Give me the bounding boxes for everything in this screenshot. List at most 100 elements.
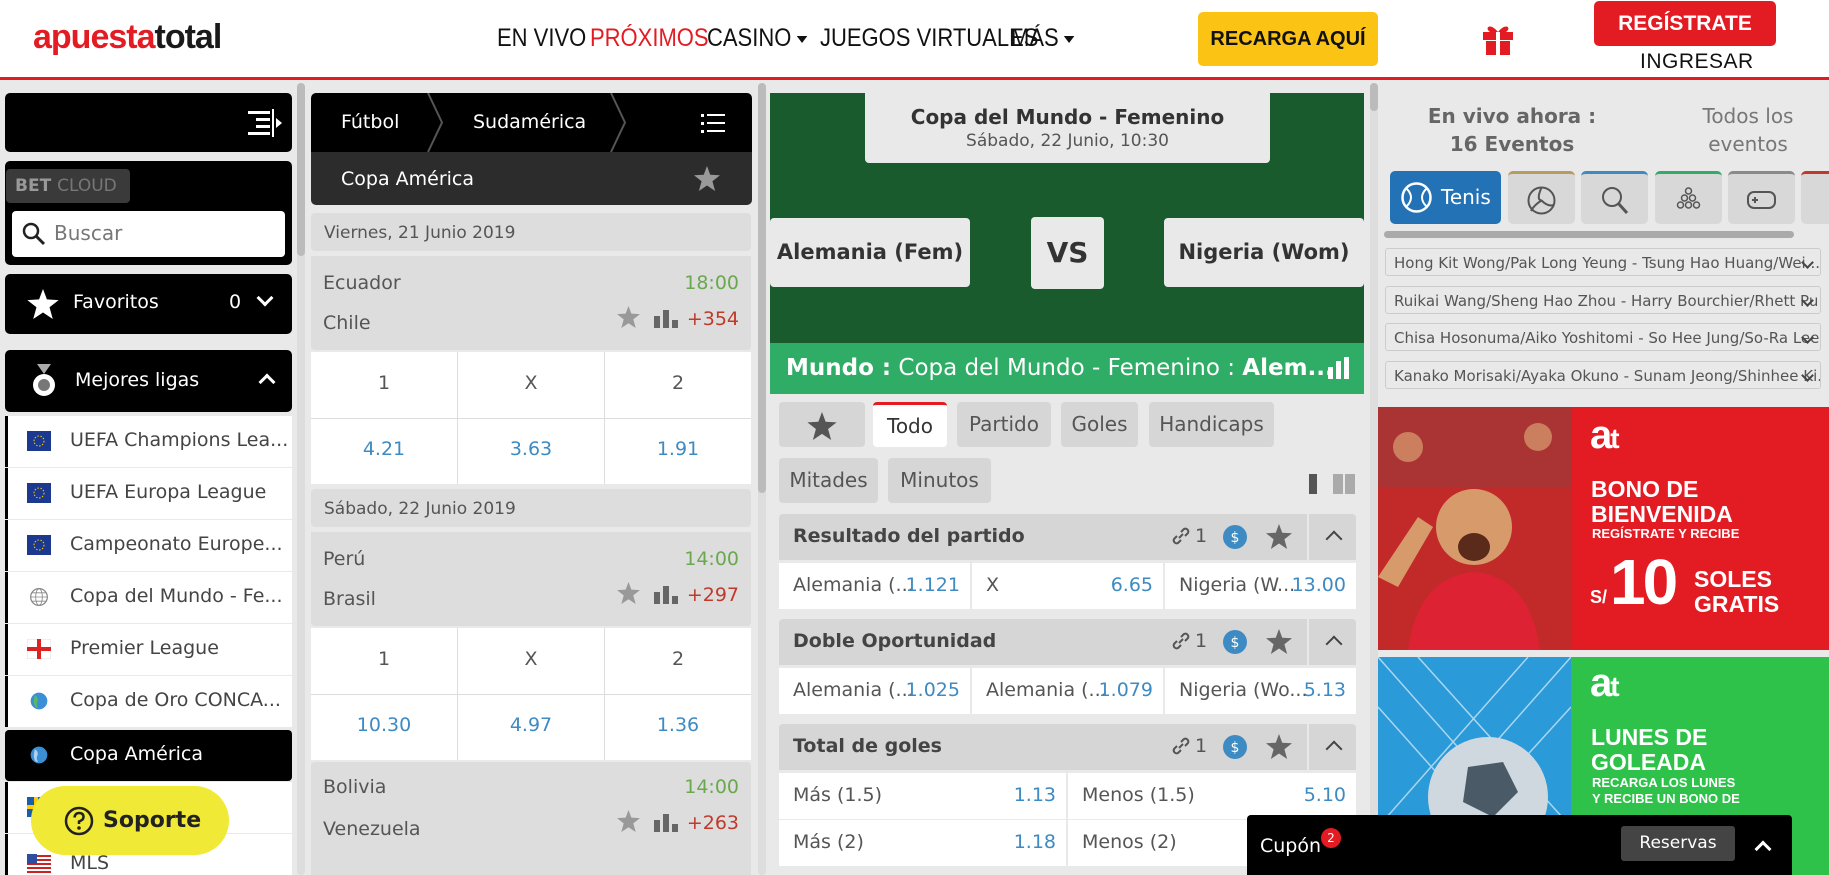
nav-casino[interactable]: CASINO: [707, 24, 808, 53]
star-icon[interactable]: [617, 306, 640, 328]
outcome-button[interactable]: Más (2) 1.18: [779, 820, 1066, 866]
outcome-button[interactable]: Alemania (... 1.121: [779, 563, 970, 609]
all-events-link[interactable]: Todos los eventos: [1678, 102, 1818, 158]
sport-tab-esports[interactable]: [1728, 171, 1795, 224]
outcome-button[interactable]: X 6.65: [972, 563, 1163, 609]
tab-goles[interactable]: Goles: [1061, 402, 1138, 447]
soporte-button[interactable]: Soporte: [31, 786, 229, 855]
home-team: Ecuador: [323, 272, 401, 294]
star-icon[interactable]: [1266, 734, 1292, 759]
chevron-up-icon: [1325, 740, 1343, 758]
cashout-icon[interactable]: $: [1222, 734, 1248, 760]
mejores-ligas-header[interactable]: Mejores ligas: [5, 350, 292, 412]
tab-partido[interactable]: Partido: [957, 402, 1051, 447]
stats-icon[interactable]: [1326, 357, 1352, 379]
market-header[interactable]: Total de goles 1 $: [779, 724, 1356, 770]
outcome-button[interactable]: Nigeria (Wo... 5.13: [1165, 668, 1356, 714]
sport-tab-tenis[interactable]: Tenis: [1390, 171, 1501, 224]
more-markets-count[interactable]: +354: [687, 308, 739, 330]
more-markets-count[interactable]: +297: [687, 584, 739, 606]
outcome-button[interactable]: Menos (1.5) 5.10: [1068, 773, 1356, 819]
detail-scrollbar-thumb[interactable]: [1370, 83, 1378, 111]
cashout-icon[interactable]: $: [1222, 524, 1248, 550]
reservas-button[interactable]: Reservas: [1621, 826, 1735, 861]
tab-minutos[interactable]: Minutos: [888, 458, 991, 503]
sidebar-item-copa-oro[interactable]: Copa de Oro CONCA...: [5, 676, 292, 727]
favorite-markets-tab[interactable]: [779, 402, 865, 447]
sidebar-item-europa[interactable]: UEFA Europa League: [5, 468, 292, 519]
chevron-up-icon[interactable]: [1754, 840, 1772, 858]
events-scrollbar-thumb[interactable]: [758, 83, 766, 493]
stats-icon[interactable]: [654, 812, 678, 832]
sport-tab-dota[interactable]: [1801, 171, 1829, 224]
star-icon[interactable]: [694, 166, 720, 191]
site-logo[interactable]: apuestatotal: [33, 18, 222, 57]
outcome-button[interactable]: Más (1.5) 1.13: [779, 773, 1066, 819]
star-icon[interactable]: [617, 582, 640, 604]
sports-scrollbar[interactable]: [1384, 231, 1794, 238]
odds-button[interactable]: 10.30: [311, 714, 457, 736]
sidebar-scrollbar-thumb[interactable]: [297, 83, 305, 256]
more-markets-count[interactable]: +263: [687, 812, 739, 834]
search-icon: [22, 222, 46, 246]
gift-icon[interactable]: [1480, 20, 1516, 56]
welcome-bonus-banner[interactable]: at BONO DE BIENVENIDA REGÍSTRATE Y RECIBE…: [1378, 407, 1829, 650]
market-header[interactable]: Doble Oportunidad 1 $: [779, 619, 1356, 665]
star-icon[interactable]: [1266, 629, 1292, 654]
odds-button[interactable]: 1.91: [605, 438, 751, 460]
live-event-row[interactable]: Kanako Morisaki/Ayaka Okuno - Sunam Jeon…: [1385, 361, 1821, 389]
nav-juegos-virtuales[interactable]: JUEGOS VIRTUALES: [820, 24, 1038, 53]
tab-todo[interactable]: Todo: [873, 402, 947, 447]
sport-tab-snooker[interactable]: [1655, 171, 1722, 224]
layout-toggle-icon[interactable]: [1307, 472, 1359, 496]
market-title: Total de goles: [793, 735, 942, 757]
live-event-row[interactable]: Ruikai Wang/Sheng Hao Zhou - Harry Bourc…: [1385, 286, 1821, 314]
match-card[interactable]: Ecuador Chile 18:00 +354: [311, 256, 751, 350]
sidebar-item-premier[interactable]: Premier League: [5, 624, 292, 675]
favoritos-row[interactable]: Favoritos 0: [5, 274, 292, 334]
match-card[interactable]: Perú Brasil 14:00 +297: [311, 532, 751, 626]
odds-button[interactable]: 3.63: [458, 438, 604, 460]
match-card[interactable]: Bolivia Venezuela 14:00 +263: [311, 762, 751, 875]
sidebar-item-copa-america[interactable]: Copa América: [5, 730, 292, 781]
breadcrumb-futbol[interactable]: Fútbol: [341, 111, 399, 133]
chevron-down-icon: [1063, 35, 1075, 43]
collapse-sidebar-icon[interactable]: [248, 109, 282, 137]
tab-mitades[interactable]: Mitades: [779, 458, 878, 503]
recarga-button[interactable]: RECARGA AQUÍ: [1198, 12, 1378, 66]
outcome-button[interactable]: Alemania (... 1.079: [972, 668, 1163, 714]
ingresar-link[interactable]: INGRESAR: [1640, 50, 1754, 74]
sidebar-item-copa-mundo-fem[interactable]: Copa del Mundo - Fe...: [5, 572, 292, 623]
match-time: 14:00: [684, 548, 739, 570]
sidebar-item-champions[interactable]: UEFA Champions Lea...: [5, 416, 292, 467]
market-link-count: 1: [1195, 735, 1208, 757]
sidebar-item-campeonato-europeo[interactable]: Campeonato Europe...: [5, 520, 292, 571]
nav-en-vivo[interactable]: EN VIVO: [497, 24, 586, 53]
league-label: Premier League: [70, 637, 219, 659]
nav-mas[interactable]: MÁS: [1011, 24, 1075, 53]
sport-tab-volleyball[interactable]: [1508, 171, 1575, 224]
eu-flag-icon: [27, 483, 51, 503]
breadcrumb-sudamerica[interactable]: Sudamérica: [473, 111, 586, 133]
star-icon[interactable]: [617, 810, 640, 832]
outcome-button[interactable]: Nigeria (W... 13.00: [1165, 563, 1356, 609]
events-breadcrumb: Fútbol Sudamérica: [311, 93, 752, 152]
list-icon[interactable]: [701, 113, 725, 133]
tab-handicaps[interactable]: Handicaps: [1149, 402, 1274, 447]
registrate-button[interactable]: REGÍSTRATE: [1594, 1, 1776, 46]
cashout-icon[interactable]: $: [1222, 629, 1248, 655]
search-input[interactable]: Buscar: [12, 211, 285, 257]
star-icon[interactable]: [1266, 524, 1292, 549]
stats-icon[interactable]: [654, 308, 678, 328]
sport-tab-table-tennis[interactable]: [1581, 171, 1648, 224]
odds-button[interactable]: 1.36: [605, 714, 751, 736]
outcome-button[interactable]: Alemania (... 1.025: [779, 668, 970, 714]
nav-proximos[interactable]: PRÓXIMOS: [590, 24, 709, 53]
live-event-row[interactable]: Chisa Hosonuma/Aiko Yoshitomi - So Hee J…: [1385, 323, 1821, 351]
market-header[interactable]: Resultado del partido 1 $: [779, 514, 1356, 560]
live-event-row[interactable]: Hong Kit Wong/Pak Long Yeung - Tsung Hao…: [1385, 248, 1821, 276]
stats-icon[interactable]: [654, 584, 678, 604]
odds-button[interactable]: 4.21: [311, 438, 457, 460]
detail-scrollbar[interactable]: [1370, 83, 1378, 875]
odds-button[interactable]: 4.97: [458, 714, 604, 736]
